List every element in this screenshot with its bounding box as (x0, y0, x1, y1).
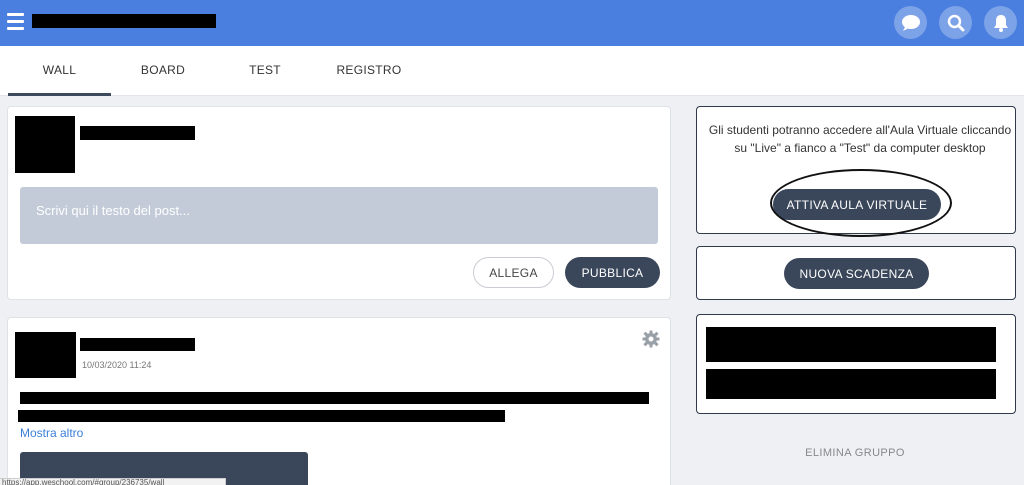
tab-registro[interactable]: REGISTRO (322, 46, 416, 96)
avatar (15, 116, 75, 173)
virtual-class-card: Gli studenti potranno accedere all'Aula … (696, 106, 1016, 237)
bell-icon[interactable] (984, 6, 1017, 39)
post-timestamp: 10/03/2020 11:24 (82, 360, 152, 370)
top-bar: Nome del gruppo (0, 0, 1024, 46)
post-text-input[interactable]: Scrivi qui il testo del post... (20, 187, 658, 244)
delete-group-link[interactable]: ELIMINA GRUPPO (696, 447, 1014, 459)
search-icon[interactable] (939, 6, 972, 39)
virtual-class-info: Gli studenti potranno accedere all'Aula … (708, 123, 1012, 155)
tab-wall[interactable]: WALL (8, 46, 111, 96)
post-text-line: Testo del messaggio pubblicato sulla bac… (20, 392, 649, 404)
avatar (15, 332, 76, 378)
deadline-card: NUOVA SCADENZA (696, 246, 1016, 300)
post-text-line: Seconda riga del messaggio (18, 410, 505, 422)
show-more-link[interactable]: Mostra altro (20, 426, 83, 440)
members-list-redacted: Elenco membri (706, 369, 996, 399)
tab-bar: WALL BOARD TEST REGISTRO (0, 46, 1024, 96)
tab-board[interactable]: BOARD (118, 46, 208, 96)
tab-test[interactable]: TEST (230, 46, 300, 96)
publish-button[interactable]: PUBBLICA (565, 257, 660, 288)
menu-icon[interactable] (7, 13, 24, 30)
chat-icon[interactable] (894, 6, 927, 39)
members-title-redacted: Membri del gruppo (706, 327, 996, 362)
wall-post: Nome Cognome 10/03/2020 11:24 Testo del … (7, 317, 671, 485)
attach-button[interactable]: ALLEGA (473, 257, 554, 288)
composer-author-name: Nome Cognome (80, 126, 195, 140)
gear-icon[interactable] (642, 330, 660, 348)
post-composer: Nome Cognome Scrivi qui il testo del pos… (7, 106, 671, 300)
post-author-name: Nome Cognome (80, 338, 195, 351)
highlight-annotation (770, 169, 952, 237)
browser-status-url: https://app.weschool.com/#group/236735/w… (0, 478, 226, 485)
new-deadline-button[interactable]: NUOVA SCADENZA (784, 258, 929, 289)
group-title-redacted: Nome del gruppo (32, 14, 216, 28)
members-card: Membri del gruppo Elenco membri (696, 314, 1016, 414)
